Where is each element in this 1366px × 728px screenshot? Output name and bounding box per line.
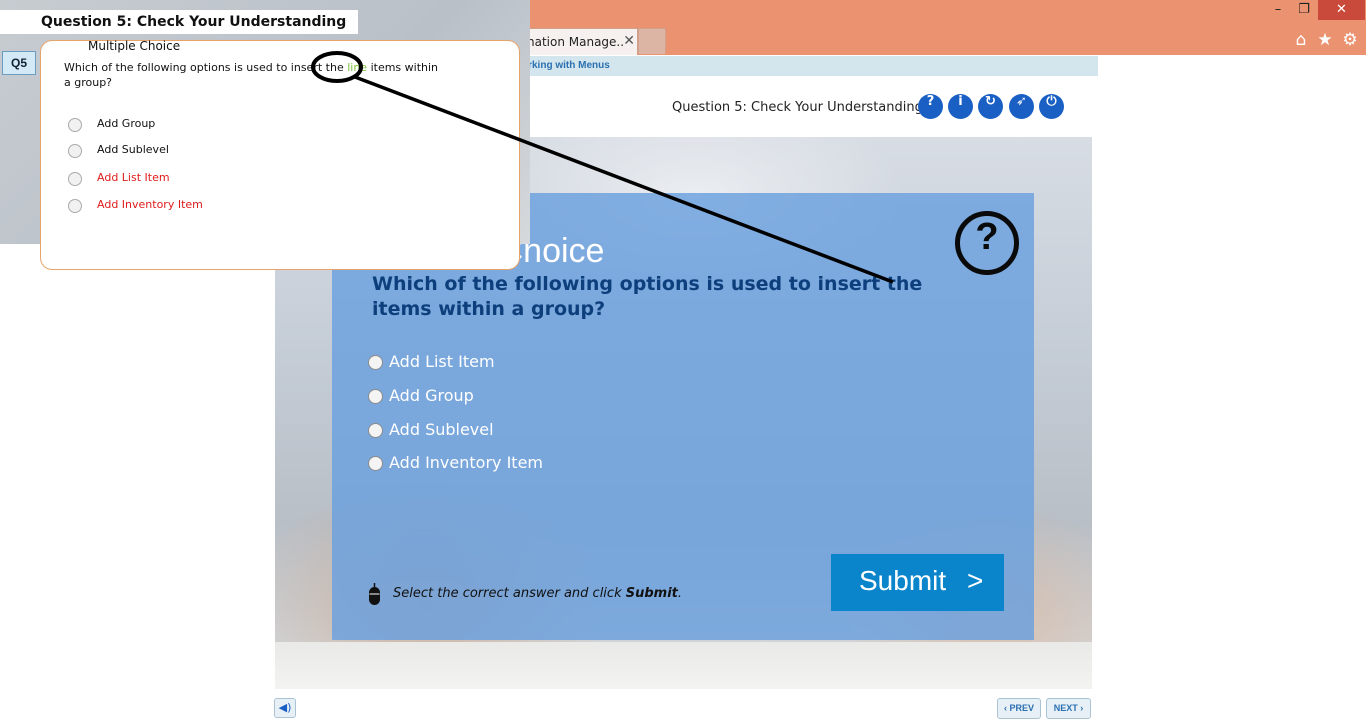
overlay-option-label[interactable]: Add Sublevel: [97, 143, 169, 156]
desk-paper: [275, 642, 1092, 689]
overlay-question-text: Which of the following options is used t…: [64, 60, 444, 90]
radio-button[interactable]: [368, 423, 383, 438]
answer-option-label[interactable]: Add List Item: [389, 352, 495, 371]
replay-icon[interactable]: ↻: [978, 94, 1003, 119]
next-button[interactable]: NEXT ›: [1046, 698, 1091, 719]
submit-label: Submit: [859, 565, 947, 596]
instruction-bold: Submit: [625, 586, 678, 601]
instruction-suffix: .: [677, 586, 683, 601]
new-tab-button[interactable]: [638, 28, 666, 54]
radio-button[interactable]: [368, 456, 383, 471]
radio-button[interactable]: [68, 172, 82, 186]
home-icon[interactable]: ⌂: [1291, 30, 1311, 50]
overlay-option-label[interactable]: Add Inventory Item: [97, 198, 203, 211]
radio-button[interactable]: [68, 144, 82, 158]
answer-option-label[interactable]: Add Group: [389, 386, 474, 405]
breadcrumb: orking with Menus: [522, 60, 610, 71]
tab-label: nation Manage...: [527, 35, 623, 49]
volume-icon[interactable]: ◀): [274, 698, 296, 718]
answer-option-label[interactable]: Add Inventory Item: [389, 453, 543, 472]
answer-option-label[interactable]: Add Sublevel: [389, 420, 494, 439]
radio-button[interactable]: [368, 355, 383, 370]
overlay-question-before: Which of the following options is used t…: [64, 61, 348, 74]
prev-button[interactable]: ‹ PREV: [997, 698, 1041, 719]
tab-close-icon[interactable]: ✕: [623, 33, 635, 49]
submit-button[interactable]: Submit >: [831, 554, 1004, 611]
overlay-question-highlight: line: [347, 61, 368, 74]
instruction-text: Select the correct answer and click Subm…: [393, 586, 682, 601]
gear-icon[interactable]: ⚙: [1340, 30, 1360, 50]
screen: – ❐ ✕ nation Manage... ✕ ⌂ ★ ⚙ orking wi…: [0, 0, 1366, 728]
player-header-title: Question 5: Check Your Understanding: [672, 100, 923, 115]
instruction-prefix: Select the correct answer and click: [393, 586, 626, 601]
overlay-title: Question 5: Check Your Understanding: [41, 14, 347, 30]
compass-icon[interactable]: ➶: [1009, 94, 1034, 119]
overlay-heading: Multiple Choice: [88, 39, 181, 53]
help-icon[interactable]: ?: [918, 94, 943, 119]
radio-button[interactable]: [68, 199, 82, 213]
restore-icon[interactable]: ❐: [1286, 0, 1322, 20]
question-mark-icon: ?: [955, 211, 1019, 275]
radio-button[interactable]: [368, 389, 383, 404]
star-icon[interactable]: ★: [1315, 30, 1335, 50]
question-badge: Q5: [2, 51, 36, 75]
overlay-option-label[interactable]: Add Group: [97, 117, 155, 130]
radio-button[interactable]: [68, 118, 82, 132]
overlay-option-label[interactable]: Add List Item: [97, 171, 170, 184]
close-icon[interactable]: ✕: [1318, 0, 1365, 20]
mouse-icon: [369, 583, 380, 605]
question-text: Which of the following options is used t…: [372, 273, 923, 320]
power-icon[interactable]: ⏻: [1039, 94, 1064, 119]
chevron-right-icon: >: [967, 565, 984, 596]
info-icon[interactable]: i: [948, 94, 973, 119]
browser-tab[interactable]: nation Manage... ✕: [518, 28, 638, 55]
